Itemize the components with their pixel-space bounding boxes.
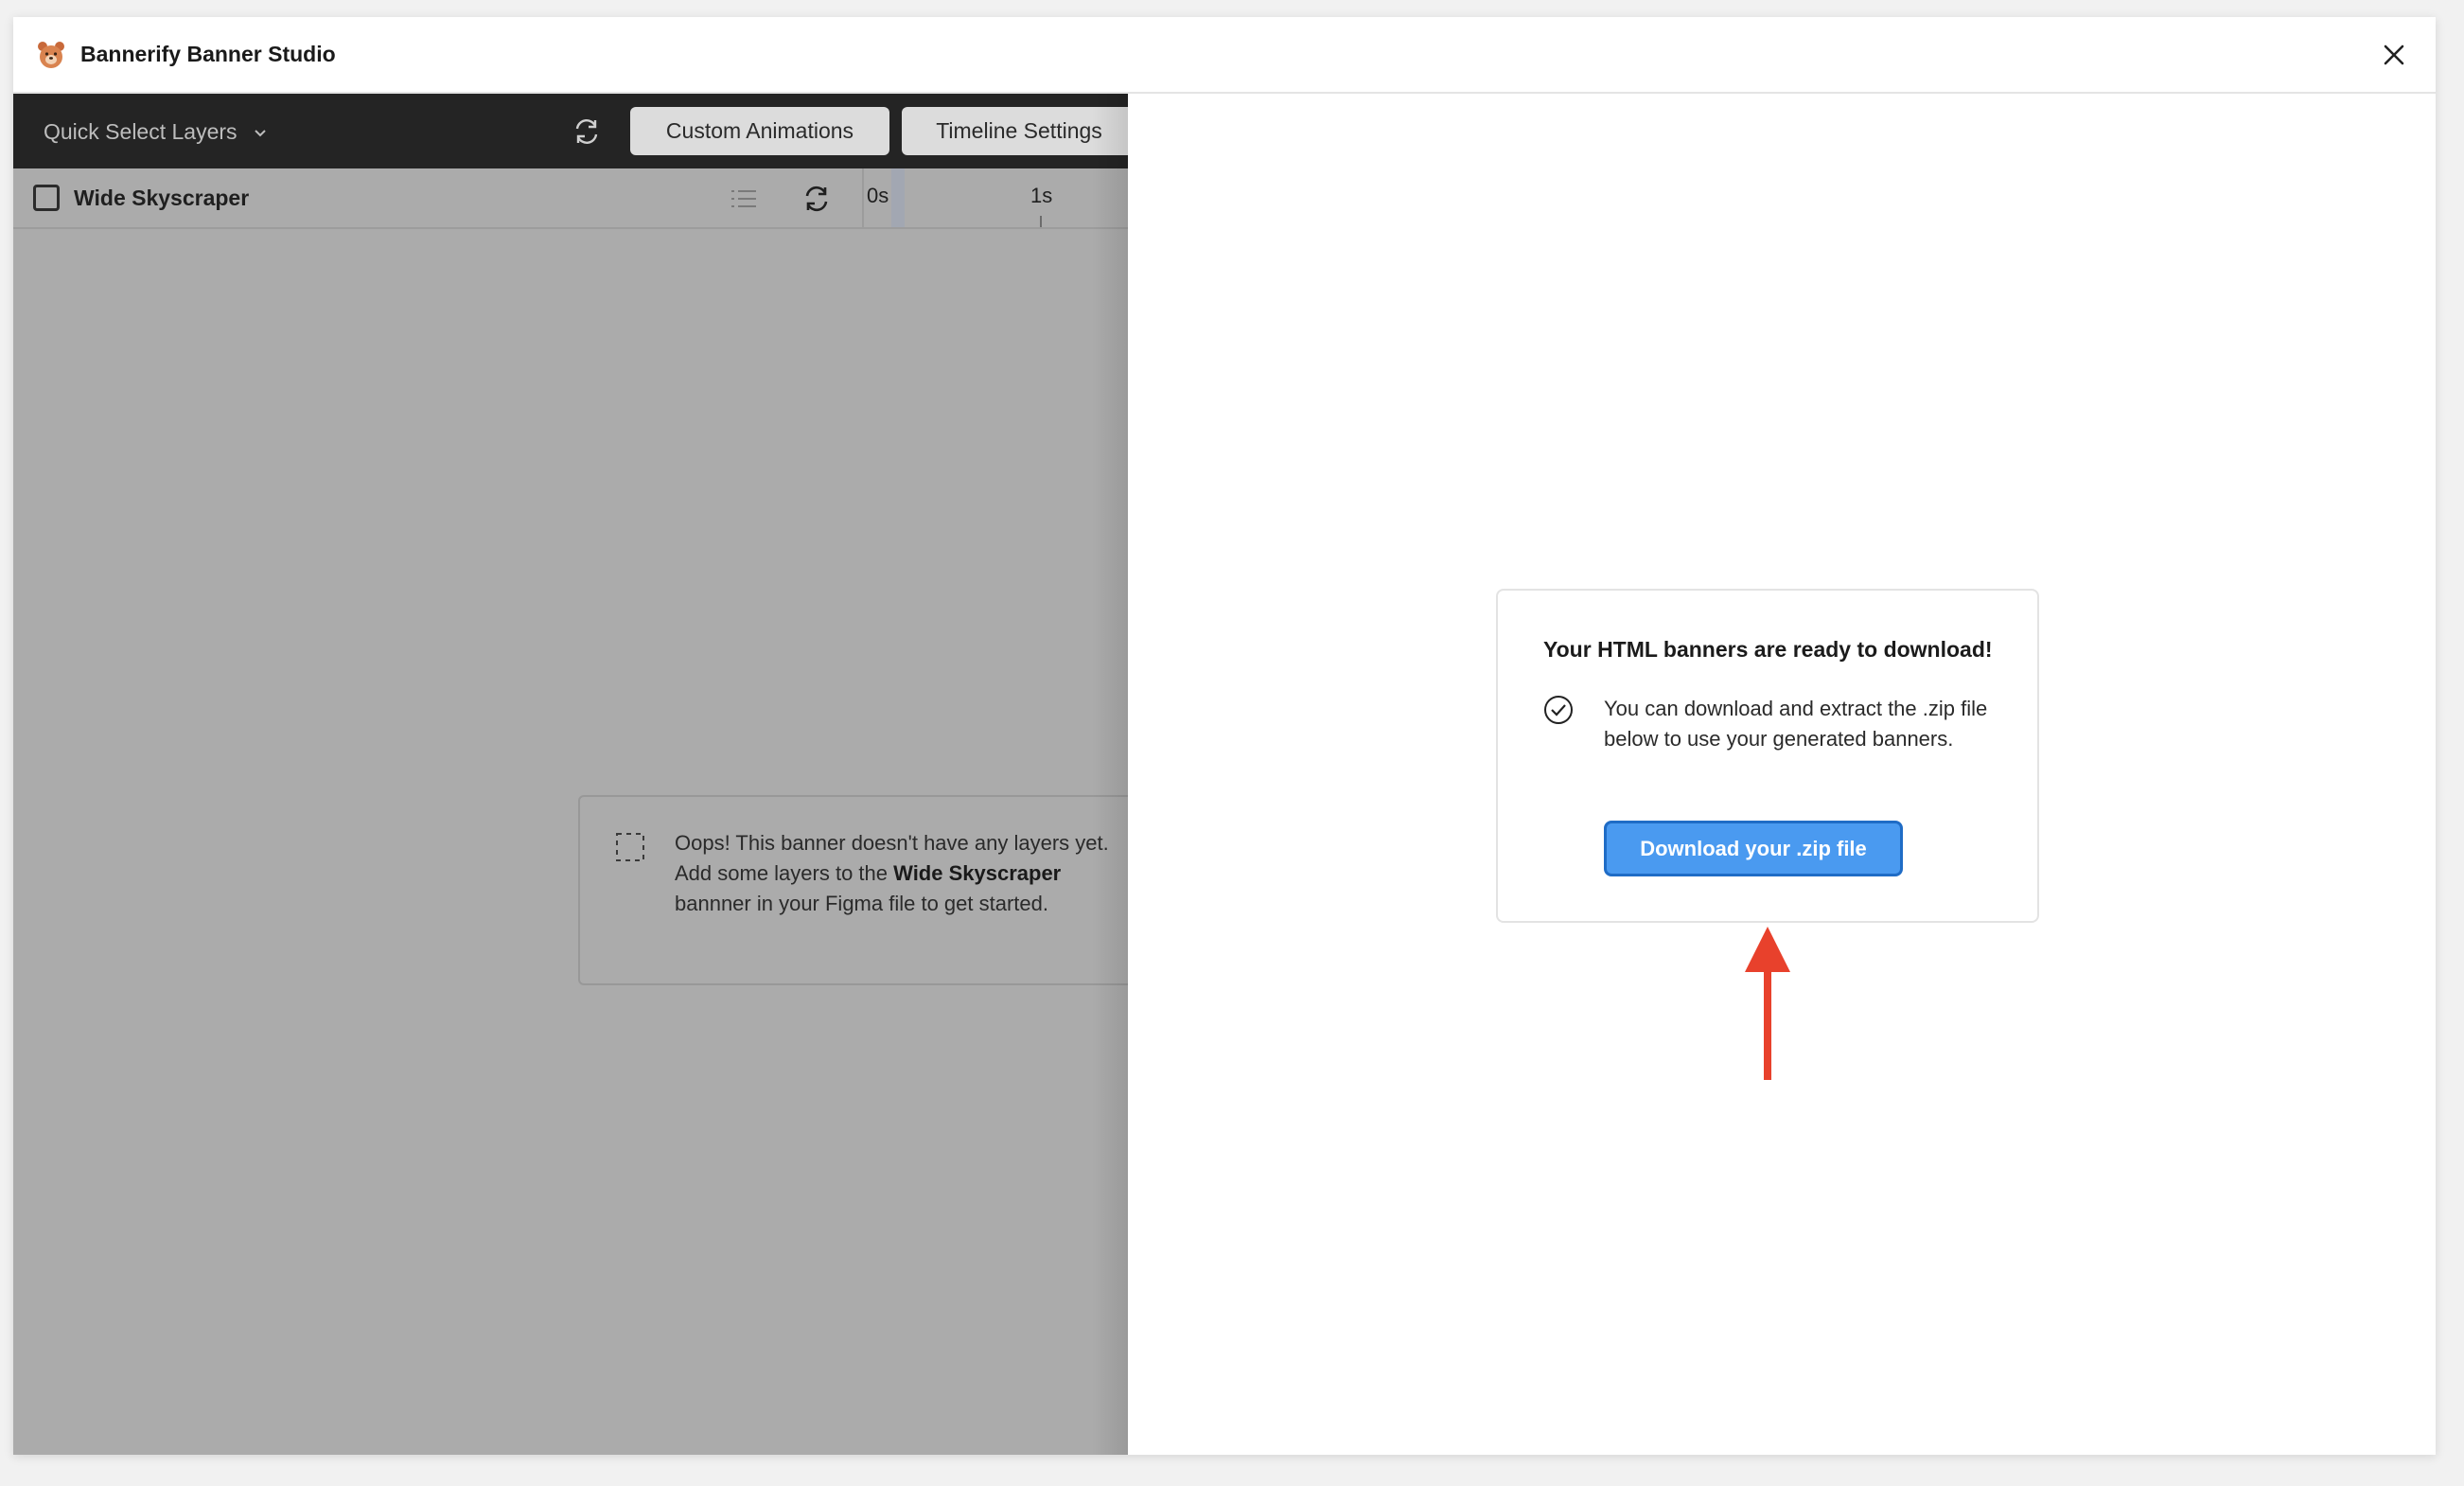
layer-row: Wide Skyscraper 0s 1s (13, 168, 1128, 229)
download-zip-button[interactable]: Download your .zip file (1604, 821, 1903, 876)
timeline-editor-pane: Quick Select Layers Custom Animations Ti… (13, 94, 1128, 1455)
quick-select-label: Quick Select Layers (44, 119, 238, 144)
empty-state-message: Oops! This banner doesn't have any layer… (578, 795, 1128, 985)
timeline-playhead[interactable] (891, 168, 905, 227)
pane-shadow (1092, 94, 1128, 1455)
download-ready-card: Your HTML banners are ready to download!… (1496, 589, 2039, 923)
custom-animations-button[interactable]: Custom Animations (630, 107, 889, 155)
layer-refresh-icon[interactable] (799, 181, 835, 217)
empty-text-banner-name: Wide Skyscraper (893, 861, 1062, 885)
title-bar: Bannerify Banner Studio (13, 17, 2436, 94)
close-icon[interactable] (2375, 36, 2413, 74)
layer-name: Wide Skyscraper (74, 186, 250, 210)
empty-text-part2: bannner in your Figma file to get starte… (675, 892, 1048, 915)
plugin-window: Bannerify Banner Studio Quick Select Lay… (13, 17, 2436, 1455)
refresh-icon[interactable] (569, 114, 605, 150)
quick-select-layers-dropdown[interactable]: Quick Select Layers (44, 115, 268, 149)
editor-toolbar: Quick Select Layers Custom Animations Ti… (13, 94, 1128, 168)
bear-logo-icon (38, 42, 64, 68)
check-circle-icon (1544, 696, 1573, 724)
list-icon[interactable] (729, 184, 759, 214)
timeline-label-1s: 1s (1030, 184, 1053, 207)
timeline-label-0s: 0s (867, 184, 889, 207)
timeline-divider (862, 168, 864, 227)
app-title: Bannerify Banner Studio (80, 42, 336, 66)
red-arrow-annotation (1745, 927, 1790, 1080)
layer-checkbox[interactable] (33, 185, 60, 211)
dashed-frame-icon (616, 833, 644, 861)
download-description: You can download and extract the .zip fi… (1604, 697, 1988, 751)
download-title: Your HTML banners are ready to download! (1543, 637, 1993, 662)
timeline-tick (1040, 216, 1042, 227)
chevron-down-icon (255, 130, 266, 137)
empty-state-text: Oops! This banner doesn't have any layer… (675, 828, 1128, 919)
